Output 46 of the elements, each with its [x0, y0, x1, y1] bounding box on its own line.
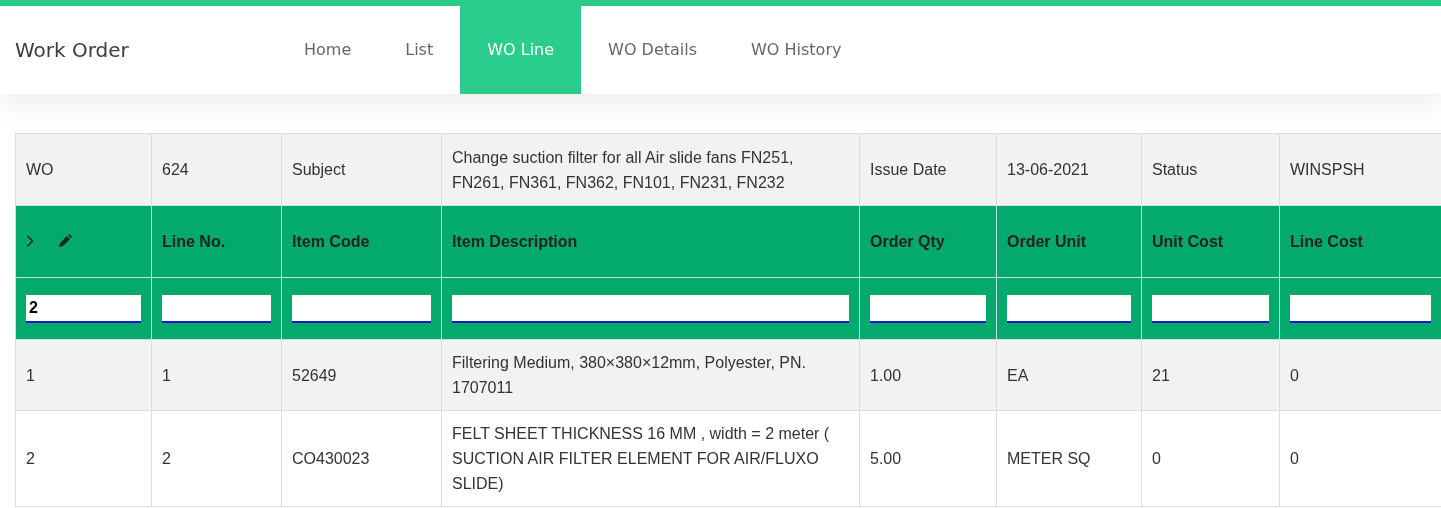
- field-label: Issue Date: [859, 133, 997, 206]
- column-header: Item Code: [281, 205, 442, 278]
- column-header: Unit Cost: [1141, 205, 1280, 278]
- table-cell: 0: [1279, 410, 1441, 507]
- nav-tab[interactable]: WO History: [724, 6, 869, 94]
- table-cell: 0: [1279, 339, 1441, 411]
- table-cell: 21: [1141, 339, 1280, 411]
- filter-field[interactable]: 2: [26, 294, 141, 323]
- table-cell: 1.00: [859, 339, 997, 411]
- filter-field[interactable]: [1152, 294, 1269, 323]
- table-cell: FELT SHEET THICKNESS 16 MM , width = 2 meter ( SUCTION AIR FILTER ELEMENT FOR AIR/FLUXO SLIDE): [441, 410, 860, 507]
- table-cell: 0: [1141, 410, 1280, 507]
- table-cell: EA: [996, 339, 1142, 411]
- field-label: Subject: [281, 133, 442, 206]
- table-cell: 1: [151, 339, 282, 411]
- pencil-icon[interactable]: [58, 234, 72, 248]
- table-cell: 1: [15, 339, 152, 411]
- column-header: Line No.: [151, 205, 282, 278]
- column-header: Order Qty: [859, 205, 997, 278]
- filter-field[interactable]: [1290, 294, 1431, 323]
- table-cell: CO430023: [281, 410, 442, 507]
- field-value: 13-06-2021: [996, 133, 1142, 206]
- table-cell: Filtering Medium, 380×380×12mm, Polyester, PN. 1707011: [441, 339, 860, 411]
- table-cell: 52649: [281, 339, 442, 411]
- column-header: Line Cost: [1279, 205, 1441, 278]
- table-cell: METER SQ: [996, 410, 1142, 507]
- nav-tab[interactable]: Home: [277, 6, 379, 94]
- filter-field[interactable]: [162, 294, 271, 323]
- filter-field[interactable]: [1007, 294, 1131, 323]
- field-value: Change suction filter for all Air slide fans FN251, FN261, FN361, FN362, FN101, FN231, FN232: [441, 133, 860, 206]
- field-label: Status: [1141, 133, 1280, 206]
- field-value: WINSPSH: [1279, 133, 1441, 206]
- field-value: 624: [151, 133, 282, 206]
- filter-field[interactable]: [292, 294, 431, 323]
- nav-tab[interactable]: List: [378, 6, 461, 94]
- table-cell: 5.00: [859, 410, 997, 507]
- column-header: Order Unit: [996, 205, 1142, 278]
- table-cell: 2: [15, 410, 152, 507]
- table-cell: 2: [151, 410, 282, 507]
- nav-tab[interactable]: WO Details: [581, 6, 725, 94]
- field-label: WO: [15, 133, 152, 206]
- filter-field[interactable]: [870, 294, 986, 323]
- app-title: Work Order: [14, 37, 130, 64]
- column-header: Item Description: [441, 205, 860, 278]
- chevron-right-icon[interactable]: [26, 235, 34, 247]
- filter-field[interactable]: [452, 294, 849, 323]
